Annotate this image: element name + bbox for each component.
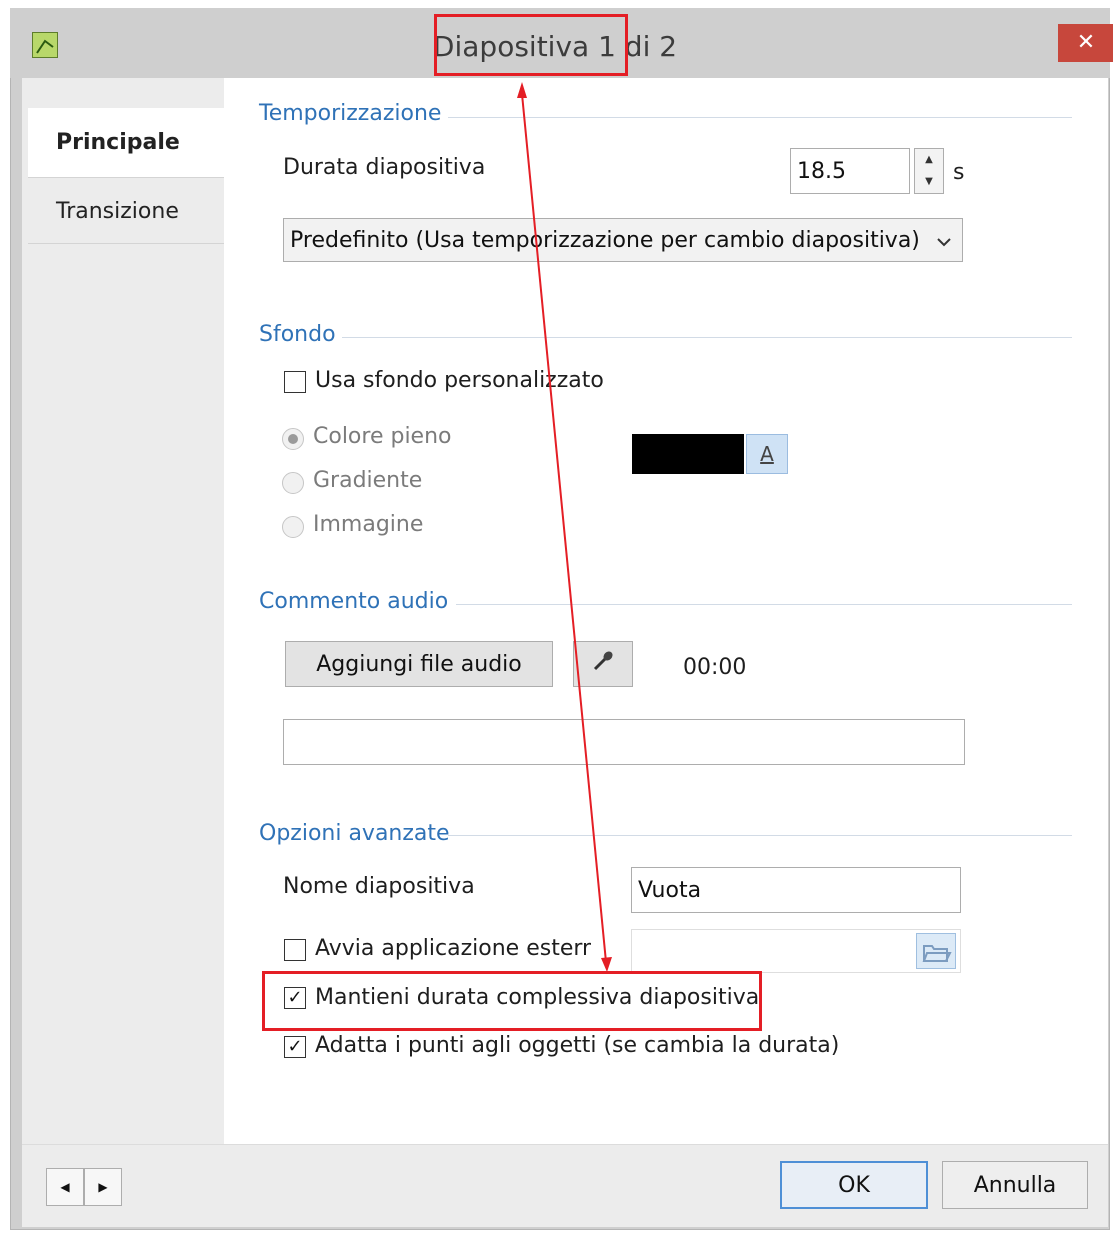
annotation-arrow (517, 82, 612, 972)
